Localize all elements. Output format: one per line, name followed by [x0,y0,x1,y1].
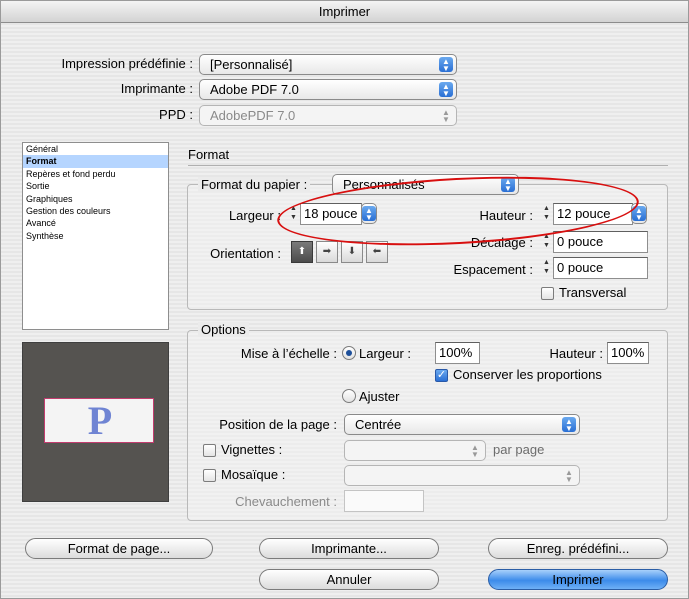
popup-arrows-icon: ▲ ▼ [439,108,453,124]
preview-letter: P [87,398,113,443]
height-unit-popup[interactable]: ▲ ▼ [631,203,647,224]
page-setup-button[interactable]: Format de page... [25,538,213,559]
print-dialog: Imprimer Impression prédéfinie : [Person… [0,0,689,599]
spacing-label: Espacement : [453,262,534,277]
sidebar-item-marks-bleed[interactable]: Repères et fond perdu [23,168,168,180]
print-button[interactable]: Imprimer [488,569,668,590]
width-field[interactable]: 18 pouce [300,203,362,225]
paper-size-label: Format du papier : [198,177,311,192]
cancel-button[interactable]: Annuler [259,569,439,590]
width-stepper[interactable]: ▲ ▼ [288,204,299,224]
popup-arrows-icon: ▲ ▼ [439,82,453,98]
thumbnails-checkbox[interactable] [203,444,216,457]
sidebar-item-graphics[interactable]: Graphiques [23,193,168,205]
scale-height-label: Hauteur : [549,346,603,361]
sidebar-item-advanced[interactable]: Avancé [23,217,168,229]
sidebar-item-general[interactable]: Général [23,143,168,155]
page-position-value: Centrée [355,417,402,432]
spacing-field[interactable]: 0 pouce [553,257,648,279]
printer-value: Adobe PDF 7.0 [210,82,299,97]
orientation-label: Orientation : [210,246,281,261]
sidebar-list[interactable]: Général Format Repères et fond perdu Sor… [22,142,169,330]
transverse-label: Transversal [559,285,627,300]
keep-proportions-label: Conserver les proportions [453,367,602,382]
offset-field[interactable]: 0 pouce [553,231,648,253]
offset-stepper[interactable]: ▲ ▼ [541,232,552,252]
popup-arrows-icon: ▲ ▼ [468,443,482,459]
tile-label: Mosaïque : [221,467,286,482]
window-title: Imprimer [1,1,688,23]
printer-label: Imprimante : [120,81,193,96]
popup-arrows-icon: ▲ ▼ [501,177,515,193]
tile-checkbox[interactable] [203,469,216,482]
orientation-portrait-reverse-icon[interactable]: ⬇ [341,241,363,263]
save-preset-button[interactable]: Enreg. prédéfini... [488,538,668,559]
sidebar-item-summary[interactable]: Synthèse [23,230,168,242]
scale-width-field[interactable]: 100% [435,342,480,364]
tile-popup: ▲ ▼ [344,465,580,486]
height-stepper[interactable]: ▲ ▼ [541,204,552,224]
page-position-label: Position de la page : [219,417,337,432]
scale-height-field[interactable]: 100% [607,342,649,364]
ppd-value: AdobePDF 7.0 [210,108,296,123]
preview-page: P [44,398,154,443]
overlap-field [344,490,424,512]
popup-arrows-icon: ▲ ▼ [562,468,576,484]
orientation-portrait-icon[interactable]: ⬆ [291,241,313,263]
options-title: Options [198,322,249,337]
thumbnails-label: Vignettes : [221,442,283,457]
sidebar-item-format[interactable]: Format [23,155,168,168]
printer-button[interactable]: Imprimante... [259,538,439,559]
preset-label: Impression prédéfinie : [61,56,193,71]
transverse-checkbox[interactable] [541,287,554,300]
fit-radio[interactable] [342,389,356,403]
width-unit-popup[interactable]: ▲ ▼ [361,203,377,224]
ppd-label: PPD : [159,107,193,122]
printer-popup[interactable]: Adobe PDF 7.0 ▲ ▼ [199,79,457,100]
orientation-landscape-reverse-icon[interactable]: ⬅ [366,241,388,263]
popup-arrows-icon: ▲ ▼ [562,417,576,433]
overlap-label: Chevauchement : [235,494,337,509]
scale-width-radio[interactable] [342,346,356,360]
fit-label: Ajuster [359,389,400,404]
thumbnails-popup: ▲ ▼ [344,440,486,461]
offset-label: Décalage : [470,235,533,250]
page-preview: P [22,342,169,502]
section-divider [188,165,668,166]
page-position-popup[interactable]: Centrée ▲ ▼ [344,414,580,435]
height-field[interactable]: 12 pouce [553,203,633,225]
popup-arrows-icon: ▲ ▼ [632,206,646,222]
spacing-stepper[interactable]: ▲ ▼ [541,258,552,278]
format-section-title: Format [188,147,230,162]
scale-label: Mise à l’échelle : [240,346,337,361]
preset-value: [Personnalisé] [210,57,293,72]
scale-width-label: Largeur : [359,346,412,361]
sidebar-item-output[interactable]: Sortie [23,180,168,192]
sidebar-item-color-management[interactable]: Gestion des couleurs [23,205,168,217]
paper-size-popup[interactable]: Personnalisés ▲ ▼ [332,174,519,195]
ppd-popup: AdobePDF 7.0 ▲ ▼ [199,105,457,126]
keep-proportions-checkbox[interactable]: ✓ [435,369,448,382]
height-label: Hauteur : [479,208,533,223]
popup-arrows-icon: ▲ ▼ [362,206,376,222]
per-page-label: par page [493,442,545,457]
paper-size-value: Personnalisés [343,177,425,192]
width-label: Largeur : [228,208,281,223]
preset-popup[interactable]: [Personnalisé] ▲ ▼ [199,54,457,75]
orientation-landscape-icon[interactable]: ➡ [316,241,338,263]
popup-arrows-icon: ▲ ▼ [439,57,453,73]
